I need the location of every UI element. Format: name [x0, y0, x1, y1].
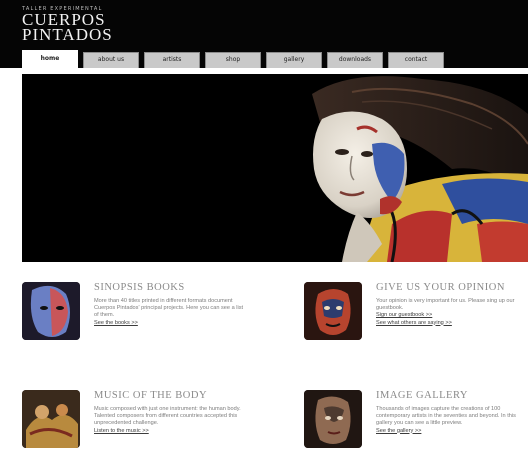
- synopsis-title: SINOPSIS BOOKS: [94, 282, 185, 293]
- logo-line-2: PINTADOS: [22, 25, 113, 44]
- synopsis-body: More than 40 titles printed in different…: [94, 298, 244, 327]
- feature-music-of-body: MUSIC OF THE BODY Music composed with ju…: [22, 390, 241, 460]
- main-nav: home about us artists shop gallery downl…: [22, 50, 444, 68]
- synopsis-thumbnail[interactable]: [22, 282, 80, 340]
- sign-guestbook-link[interactable]: Sign our guestbook >>: [376, 312, 526, 319]
- opinion-title: GIVE US YOUR OPINION: [376, 282, 505, 293]
- tab-downloads[interactable]: downloads: [327, 52, 383, 68]
- music-thumbnail[interactable]: [22, 390, 80, 448]
- gallery-description: Thousands of images capture the creation…: [376, 406, 516, 427]
- opinion-description: Your opinion is very important for us. P…: [376, 298, 515, 312]
- tab-shop[interactable]: shop: [205, 52, 261, 68]
- painted-face-thumbnail-icon: [22, 282, 80, 340]
- site-header: TALLER EXPERIMENTAL CUERPOS PINTADOS hom…: [0, 0, 528, 68]
- site-logo[interactable]: TALLER EXPERIMENTAL CUERPOS PINTADOS: [22, 6, 113, 44]
- music-description: Music composed with just one instrument:…: [94, 406, 241, 427]
- see-others-opinion-link[interactable]: See what others are saying >>: [376, 320, 526, 327]
- feature-give-opinion: GIVE US YOUR OPINION Your opinion is ver…: [304, 282, 519, 352]
- gallery-body: Thousands of images capture the creation…: [376, 406, 526, 435]
- painted-man-thumbnail-icon: [304, 282, 362, 340]
- hero-painted-face-image: [22, 74, 528, 262]
- see-gallery-link[interactable]: See the gallery >>: [376, 428, 526, 435]
- painted-bodies-thumbnail-icon: [22, 390, 80, 448]
- music-body: Music composed with just one instrument:…: [94, 406, 244, 435]
- tab-contact[interactable]: contact: [388, 52, 444, 68]
- gallery-title: IMAGE GALLERY: [376, 390, 468, 401]
- music-title: MUSIC OF THE BODY: [94, 390, 208, 401]
- tab-about-us[interactable]: about us: [83, 52, 139, 68]
- hero-banner: [22, 74, 528, 262]
- listen-music-link[interactable]: Listen to the music >>: [94, 428, 244, 435]
- tab-gallery[interactable]: gallery: [266, 52, 322, 68]
- see-books-link[interactable]: See the books >>: [94, 320, 244, 327]
- painted-portrait-thumbnail-icon: [304, 390, 362, 448]
- opinion-thumbnail[interactable]: [304, 282, 362, 340]
- feature-synopsis-books: SINOPSIS BOOKS More than 40 titles print…: [22, 282, 243, 352]
- gallery-thumbnail[interactable]: [304, 390, 362, 448]
- synopsis-description: More than 40 titles printed in different…: [94, 298, 244, 319]
- opinion-body: Your opinion is very important for us. P…: [376, 298, 526, 327]
- feature-image-gallery: IMAGE GALLERY Thousands of images captur…: [304, 390, 519, 460]
- tab-artists[interactable]: artists: [144, 52, 200, 68]
- tab-home[interactable]: home: [22, 50, 78, 68]
